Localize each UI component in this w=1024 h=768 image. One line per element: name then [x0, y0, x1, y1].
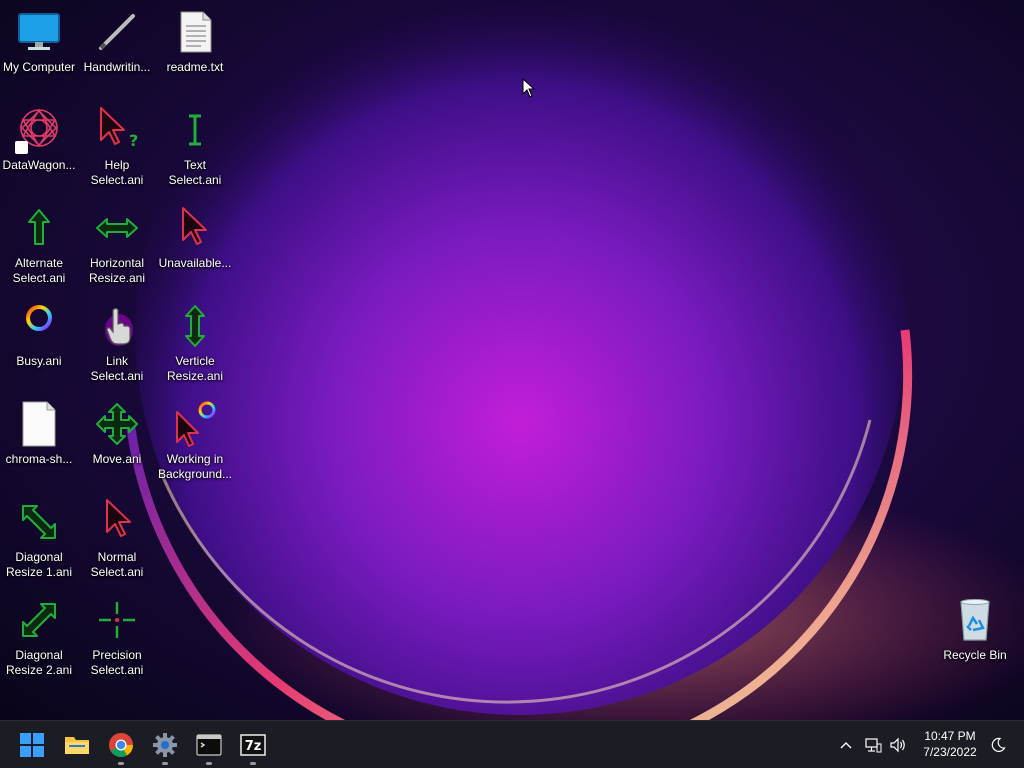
- speaker-icon: [890, 737, 905, 752]
- terminal-icon: [196, 733, 222, 756]
- shortcut-arrow-icon: [15, 141, 28, 154]
- taskbar-settings[interactable]: [145, 721, 185, 768]
- network-button[interactable]: [862, 721, 884, 768]
- desktop-icon-label: Link Select.ani: [90, 354, 144, 383]
- diagonal-resize-2-icon: [15, 596, 63, 644]
- desktop-icon-alternate-select[interactable]: Alternate Select.ani: [0, 204, 78, 296]
- 7zip-icon: 7z: [240, 733, 266, 756]
- desktop-icon-diagonal-resize-1[interactable]: Diagonal Resize 1.ani: [0, 498, 78, 590]
- taskbar-clock[interactable]: 10:47 PM 7/23/2022: [912, 728, 988, 760]
- desktop-icon-label: Precision Select.ani: [90, 648, 144, 677]
- desktop-icon-link-select[interactable]: Link Select.ani: [78, 302, 156, 394]
- vertical-resize-icon: [171, 302, 219, 350]
- desktop-icon-label: readme.txt: [166, 60, 224, 74]
- chevron-up-icon: [840, 741, 852, 748]
- desktop-icon-label: Help Select.ani: [90, 158, 144, 187]
- desktop-icon-label: Handwritin...: [83, 60, 151, 74]
- chrome-icon: [109, 732, 133, 757]
- desktop-icon-precision-select[interactable]: Precision Select.ani: [78, 596, 156, 688]
- desktop-icon-label: Normal Select.ani: [90, 550, 144, 579]
- taskbar-terminal[interactable]: [189, 721, 229, 768]
- start-button[interactable]: [12, 721, 52, 768]
- recycle-bin-icon: [951, 596, 999, 644]
- desktop-icon-move[interactable]: Move.ani: [78, 400, 156, 492]
- desktop-icon-label: Verticle Resize.ani: [166, 354, 224, 383]
- taskbar-file-explorer[interactable]: [57, 721, 97, 768]
- network-icon: [865, 737, 882, 752]
- focus-assist-button[interactable]: [988, 721, 1008, 768]
- clock-time: 10:47 PM: [924, 729, 976, 743]
- desktop-icon-handwriting[interactable]: Handwritin...: [78, 8, 156, 100]
- busy-ring-icon: [15, 302, 63, 350]
- clock-date: 7/23/2022: [923, 745, 977, 759]
- desktop-icon-label: Move.ani: [92, 452, 142, 466]
- mandala-shortcut-icon: [15, 106, 63, 154]
- running-indicator: [162, 762, 168, 765]
- desktop-icon-label: Horizontal Resize.ani: [88, 256, 146, 285]
- desktop-icon-working-in-background[interactable]: Working in Background...: [156, 400, 234, 492]
- desktop-icon-diagonal-resize-2[interactable]: Diagonal Resize 2.ani: [0, 596, 78, 688]
- desktop-icon-help-select[interactable]: ? Help Select.ani: [78, 106, 156, 198]
- desktop-icon-label: Diagonal Resize 2.ani: [5, 648, 73, 677]
- desktop-icon-label: Alternate Select.ani: [12, 256, 66, 285]
- desktop-icon-recycle-bin[interactable]: Recycle Bin: [936, 596, 1014, 688]
- normal-cursor-icon: [93, 498, 141, 546]
- diagonal-resize-1-icon: [15, 498, 63, 546]
- desktop-icon-label: Busy.ani: [16, 354, 62, 368]
- desktop-icon-label: My Computer: [2, 60, 76, 74]
- desktop-icon-chroma[interactable]: chroma-sh...: [0, 400, 78, 492]
- desktop-icon-label: Diagonal Resize 1.ani: [5, 550, 73, 579]
- desktop-icon-vertical-resize[interactable]: Verticle Resize.ani: [156, 302, 234, 394]
- mouse-pointer-icon: [522, 78, 536, 98]
- desktop-icon-readme[interactable]: readme.txt: [156, 8, 234, 100]
- desktop-icon-busy[interactable]: Busy.ani: [0, 302, 78, 394]
- taskbar-7zip[interactable]: 7z: [233, 721, 273, 768]
- taskbar: 7z 10:47 PM 7/23/2022: [0, 720, 1024, 768]
- desktop-icon-normal-select[interactable]: Normal Select.ani: [78, 498, 156, 590]
- desktop-icon-label: Recycle Bin: [943, 648, 1007, 662]
- volume-button[interactable]: [887, 721, 909, 768]
- monitor-icon: [15, 8, 63, 56]
- unavailable-cursor-icon: [171, 204, 219, 252]
- desktop-icon-text-select[interactable]: Text Select.ani: [156, 106, 234, 198]
- gear-icon: [153, 732, 177, 757]
- desktop-icon-label: Unavailable...: [158, 256, 232, 270]
- windows-logo-icon: [20, 732, 44, 757]
- running-indicator: [206, 762, 212, 765]
- pen-icon: [93, 8, 141, 56]
- svg-text:?: ?: [129, 131, 138, 150]
- precision-cursor-icon: [93, 596, 141, 644]
- blank-file-icon: [15, 400, 63, 448]
- running-indicator: [250, 762, 256, 765]
- running-indicator: [118, 762, 124, 765]
- desktop-icon-label: DataWagon...: [2, 158, 76, 172]
- desktop-icon-horizontal-resize[interactable]: Horizontal Resize.ani: [78, 204, 156, 296]
- desktop-icon-my-computer[interactable]: My Computer: [0, 8, 78, 100]
- move-cursor-icon: [93, 400, 141, 448]
- desktop-icon-label: chroma-sh...: [5, 452, 73, 466]
- horizontal-resize-icon: [93, 204, 141, 252]
- help-cursor-icon: ?: [93, 106, 141, 154]
- hand-cursor-icon: [93, 302, 141, 350]
- working-cursor-icon: [171, 400, 219, 448]
- desktop-icon-label: Text Select.ani: [168, 158, 222, 187]
- desktop-icon-datawagon[interactable]: DataWagon...: [0, 106, 78, 198]
- text-file-icon: [171, 8, 219, 56]
- moon-icon: [991, 737, 1006, 752]
- up-arrow-cursor-icon: [15, 204, 63, 252]
- text-cursor-icon: [171, 106, 219, 154]
- 7zip-label: 7z: [245, 739, 262, 754]
- desktop-icon-label: Working in Background...: [157, 452, 233, 481]
- tray-overflow-button[interactable]: [836, 721, 856, 768]
- taskbar-chrome[interactable]: [101, 721, 141, 768]
- folder-icon: [65, 736, 89, 754]
- desktop-icon-unavailable[interactable]: Unavailable...: [156, 204, 234, 296]
